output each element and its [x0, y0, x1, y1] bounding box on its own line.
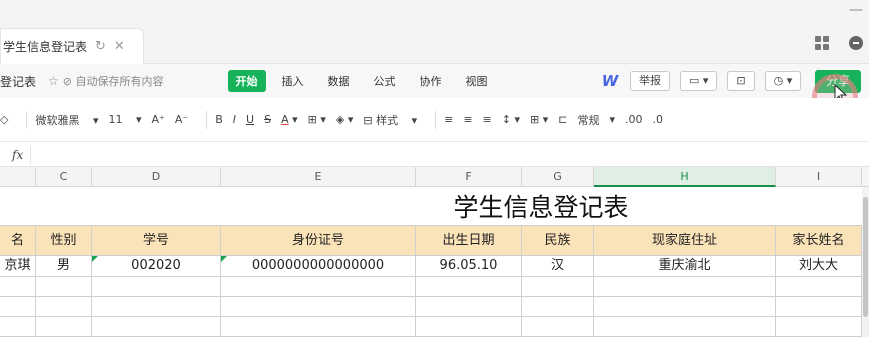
apps-grid-icon[interactable]: [815, 36, 829, 50]
spreadsheet-grid[interactable]: 学生信息登记表 名 性别 学号 身份证号 出生日期 民族 现家庭住址 家长姓名 …: [0, 187, 869, 337]
file-name[interactable]: 登记表: [0, 73, 36, 90]
align-left-icon[interactable]: ≡: [444, 113, 453, 126]
column-header-d[interactable]: D: [92, 167, 221, 187]
vertical-scrollbar[interactable]: [862, 187, 869, 337]
merge-cells-icon[interactable]: ⊞ ▾: [530, 113, 548, 126]
table-cell[interactable]: 0000000000000000: [221, 256, 416, 277]
increase-font-icon[interactable]: A⁺: [152, 113, 165, 126]
header-cell[interactable]: 出生日期: [416, 225, 522, 256]
table-cell[interactable]: 96.05.10: [416, 256, 522, 277]
menu-collaborate[interactable]: 协作: [420, 73, 442, 89]
header-cell[interactable]: 性别: [36, 225, 92, 256]
header-cell[interactable]: 现家庭住址: [594, 225, 776, 256]
column-header-i[interactable]: I: [776, 167, 862, 187]
column-header-e[interactable]: E: [221, 167, 416, 187]
report-button[interactable]: 举报: [630, 71, 670, 91]
menu-formula[interactable]: 公式: [374, 73, 396, 89]
present-icon[interactable]: ⊡: [727, 71, 755, 91]
font-select[interactable]: 微软雅黑 ▾: [35, 112, 98, 128]
text-number-marker: [221, 256, 227, 262]
decimal-increase-icon[interactable]: .00: [625, 113, 643, 126]
menu-insert[interactable]: 插入: [282, 73, 304, 89]
star-icon[interactable]: ☆: [48, 74, 59, 88]
menu-start[interactable]: 开始: [227, 70, 266, 92]
history-icon[interactable]: ◷ ▾: [764, 71, 802, 91]
column-header-h[interactable]: H: [594, 167, 776, 187]
table-cell[interactable]: 京琪: [0, 256, 36, 277]
refresh-icon[interactable]: ↻: [95, 39, 106, 54]
main-menu: 开始 插入 数据 公式 协作 视图: [227, 70, 512, 92]
header-cell[interactable]: 名: [0, 225, 36, 256]
empty-row: [0, 317, 862, 337]
empty-row: [0, 277, 862, 297]
font-size-select[interactable]: 11 ▾: [109, 113, 142, 126]
header-cell[interactable]: 家长姓名: [776, 225, 862, 256]
document-tab-title: 学生信息登记表: [3, 40, 88, 54]
align-right-icon[interactable]: ≡: [483, 113, 492, 126]
font-color-button[interactable]: A ▾: [281, 113, 298, 126]
table-cell[interactable]: 男: [36, 256, 92, 277]
format-toolbar: ◇ 微软雅黑 ▾ 11 ▾ A⁺ A⁻ B I U S A ▾ ⊞ ▾ ◈ ▾ …: [0, 98, 869, 142]
chat-icon[interactable]: [849, 36, 863, 50]
menu-data[interactable]: 数据: [328, 73, 350, 89]
empty-row: [0, 297, 862, 317]
dropdown-icon[interactable]: ▾: [609, 113, 615, 126]
header-cell[interactable]: 民族: [522, 225, 594, 256]
scrollbar-thumb[interactable]: [863, 197, 868, 317]
header-cell[interactable]: 身份证号: [221, 225, 416, 256]
column-header-bar: C D E F G H I: [0, 167, 869, 187]
bold-button[interactable]: B: [215, 113, 223, 126]
underline-button[interactable]: U: [246, 113, 254, 126]
vertical-align-icon[interactable]: ↕ ▾: [502, 113, 520, 126]
document-tab[interactable]: 学生信息登记表 ↻ ✕: [0, 28, 144, 64]
wps-logo-icon[interactable]: W: [600, 72, 620, 90]
sheet-title[interactable]: 学生信息登记表: [0, 187, 862, 225]
fill-color-button[interactable]: ◈ ▾: [336, 113, 353, 126]
text-number-marker: [92, 256, 98, 262]
menu-view[interactable]: 视图: [466, 73, 488, 89]
formula-bar: fx: [0, 143, 869, 167]
column-header-c[interactable]: C: [36, 167, 92, 187]
number-format-select[interactable]: 常规: [577, 112, 599, 128]
decrease-font-icon[interactable]: A⁻: [175, 113, 188, 126]
header-cell[interactable]: 学号: [92, 225, 221, 256]
strikethrough-button[interactable]: S: [264, 113, 271, 126]
styles-button[interactable]: ⊟ 样式 ▾: [363, 112, 417, 128]
menu-bar: 登记表 ☆ ⊘ 自动保存所有内容 开始 插入 数据 公式 协作 视图 W 举报 …: [0, 64, 869, 98]
formula-input[interactable]: [30, 146, 869, 164]
border-button[interactable]: ⊞ ▾: [308, 113, 326, 126]
format-painter-icon[interactable]: ◇: [0, 113, 8, 126]
italic-button[interactable]: I: [233, 113, 236, 126]
table-header-row: 名 性别 学号 身份证号 出生日期 民族 现家庭住址 家长姓名: [0, 225, 862, 256]
column-header-f[interactable]: F: [416, 167, 522, 187]
decimal-decrease-icon[interactable]: .0: [653, 113, 664, 126]
table-cell[interactable]: 002020: [92, 256, 221, 277]
table-cell[interactable]: 汉: [522, 256, 594, 277]
column-header-g[interactable]: G: [522, 167, 594, 187]
align-center-icon[interactable]: ≡: [463, 113, 472, 126]
wrap-text-icon[interactable]: ⊏: [558, 113, 567, 126]
fx-icon[interactable]: fx: [12, 148, 23, 162]
table-cell[interactable]: 重庆渝北: [594, 256, 776, 277]
table-row: 京琪 男 002020 0000000000000000 96.05.10 汉 …: [0, 256, 862, 277]
tab-bar: — 学生信息登记表 ↻ ✕: [0, 0, 869, 64]
autosave-status: ⊘ 自动保存所有内容: [62, 75, 164, 88]
table-cell[interactable]: 刘大大: [776, 256, 862, 277]
column-header[interactable]: [0, 167, 36, 187]
close-icon[interactable]: ✕: [114, 39, 125, 54]
minimize-icon[interactable]: —: [849, 3, 863, 17]
comment-icon[interactable]: ▭ ▾: [680, 71, 718, 91]
